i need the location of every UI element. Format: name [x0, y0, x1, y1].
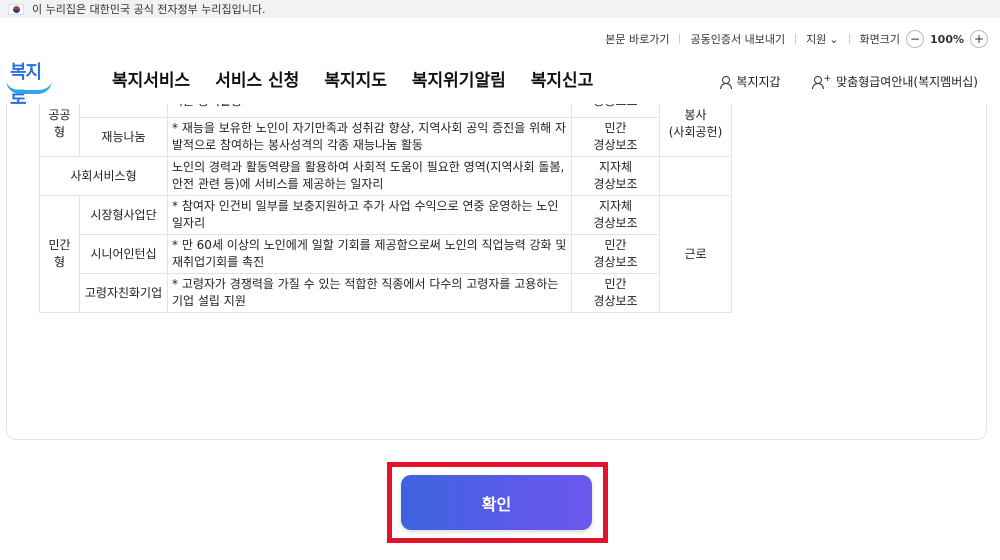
confirm-button[interactable]: 확인	[401, 475, 592, 530]
divider	[679, 34, 681, 44]
nav-welfare-report[interactable]: 복지신고	[531, 66, 594, 91]
cell-type-private: 근로	[659, 195, 732, 313]
utility-bar: 본문 바로가기 공동인증서 내보내기 지원 ⌄ 화면크기 − 100% +	[605, 30, 988, 48]
support-label: 지원	[806, 33, 827, 46]
cell-name: 시장형사업단	[79, 195, 168, 235]
nav-welfare-service[interactable]: 복지서비스	[112, 66, 190, 91]
group-private: 민간형	[39, 195, 80, 313]
nav-crisis-alert[interactable]: 복지위기알림	[412, 66, 506, 91]
cell-desc: * 재능을 보유한 노인이 자기만족과 성취감 향상, 지역사회 공익 증진을 …	[167, 117, 572, 157]
cell-desc: 어는 공익활동	[167, 104, 572, 118]
welfare-wallet-label: 복지지갑	[736, 75, 781, 89]
zoom-control: 화면크기 − 100% +	[860, 30, 988, 48]
korea-flag-icon	[8, 3, 24, 15]
person-icon	[719, 75, 733, 89]
group-social-service: 사회서비스형	[39, 156, 168, 196]
cell-name: 고령자친화기업	[79, 273, 168, 313]
membership-label: 맞춤형급여안내(복지멤버십)	[836, 75, 978, 89]
zoom-in-button[interactable]: +	[970, 30, 988, 48]
table-row: 재능나눔 * 재능을 보유한 노인이 자기만족과 성취감 향상, 지역사회 공익…	[40, 117, 732, 157]
cell-type	[659, 156, 732, 196]
cell-agency: 지자체 경상보조	[571, 195, 660, 235]
plus-icon: +	[823, 73, 832, 84]
table-row: 시니어인턴십 * 만 60세 이상의 노인에게 일할 기회를 제공함으로써 노인…	[40, 234, 732, 274]
chevron-down-icon: ⌄	[829, 32, 839, 46]
cell-empty	[79, 104, 168, 118]
cell-desc: 노인의 경력과 활동역량을 활용하여 사회적 도움이 필요한 영역(지역사회 돌…	[167, 156, 572, 196]
main-navigation: 복지서비스 서비스 신청 복지지도 복지위기알림 복지신고	[112, 66, 593, 91]
zoom-out-button[interactable]: −	[906, 30, 925, 48]
cell-desc: * 고령자가 경쟁력을 가질 수 있는 적합한 직종에서 다수의 고령자를 고용…	[167, 273, 572, 313]
type-public-sub: (사회공헌)	[668, 124, 723, 139]
cell-agency: 공공보조	[571, 104, 660, 118]
logo-smile-icon	[6, 80, 52, 94]
nav-service-apply[interactable]: 서비스 신청	[215, 66, 299, 91]
skip-to-content-link[interactable]: 본문 바로가기	[605, 31, 669, 47]
group-public: 공공형	[39, 104, 80, 157]
welfare-wallet-link[interactable]: 복지지갑	[719, 73, 781, 90]
cell-agency: 민간 경상보조	[571, 234, 660, 274]
support-dropdown[interactable]: 지원 ⌄	[806, 31, 838, 47]
user-menu: 복지지갑 + 맞춤형급여안내(복지멤버십)	[719, 73, 978, 90]
divider	[848, 34, 850, 44]
cert-export-link[interactable]: 공동인증서 내보내기	[690, 31, 785, 47]
membership-link[interactable]: + 맞춤형급여안내(복지멤버십)	[811, 73, 978, 90]
bokjiro-logo[interactable]: 복지로	[6, 58, 56, 109]
cell-agency: 민간 경상보조	[571, 273, 660, 313]
nav-welfare-map[interactable]: 복지지도	[324, 66, 387, 91]
type-public-label: 봉사	[684, 107, 707, 122]
cell-name: 시니어인턴십	[79, 234, 168, 274]
cell-desc: * 참여자 인건비 일부를 보충지원하고 추가 사업 수익으로 연중 운영하는 …	[167, 195, 572, 235]
person-add-icon	[811, 75, 824, 89]
cell-agency: 지자체 경상보조	[571, 156, 660, 196]
senior-job-table: 공공형 어는 공익활동 공공보조 봉사 (사회공헌) 재능나눔 * 재능을 보유…	[39, 104, 732, 313]
gov-banner: 이 누리집은 대한민국 공식 전자정부 누리집입니다.	[0, 0, 1000, 18]
cell-name: 재능나눔	[79, 117, 168, 157]
cell-desc: * 만 60세 이상의 노인에게 일할 기회를 제공함으로써 노인의 직업능력 …	[167, 234, 572, 274]
table-row: 고령자친화기업 * 고령자가 경쟁력을 가질 수 있는 적합한 직종에서 다수의…	[40, 273, 732, 313]
content-panel: 공공형 어는 공익활동 공공보조 봉사 (사회공헌) 재능나눔 * 재능을 보유…	[6, 104, 987, 440]
zoom-label: 화면크기	[859, 33, 901, 46]
table-row: 공공형 어는 공익활동 공공보조 봉사 (사회공헌)	[39, 104, 732, 157]
zoom-value: 100%	[930, 32, 964, 46]
cell-agency: 민간 경상보조	[571, 117, 660, 157]
table-row: 민간형 시장형사업단 * 참여자 인건비 일부를 보충지원하고 추가 사업 수익…	[39, 195, 732, 313]
table-row: 사회서비스형 노인의 경력과 활동역량을 활용하여 사회적 도움이 필요한 영역…	[39, 156, 732, 196]
divider	[795, 34, 797, 44]
gov-banner-text: 이 누리집은 대한민국 공식 전자정부 누리집입니다.	[32, 3, 266, 16]
cell-type-public: 봉사 (사회공헌)	[659, 104, 732, 157]
